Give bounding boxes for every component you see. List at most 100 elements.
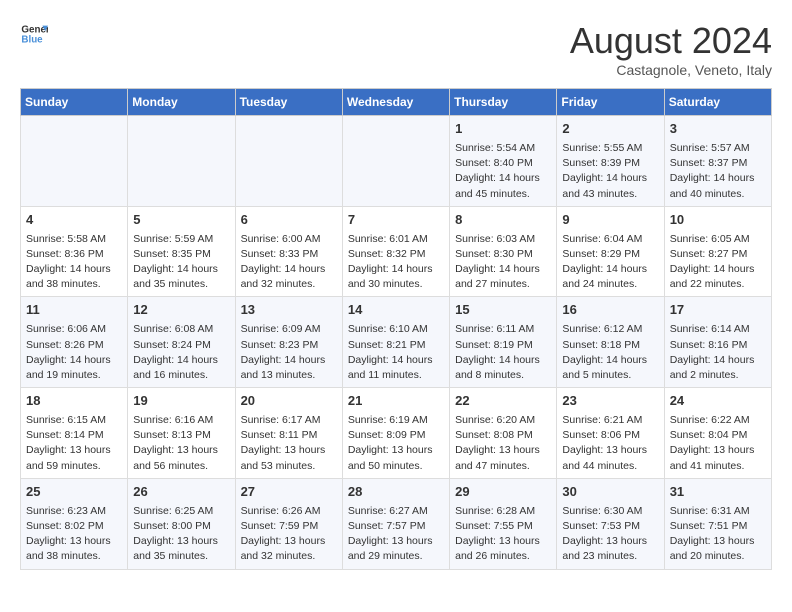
day-number: 23 xyxy=(562,392,658,411)
day-info: Sunrise: 6:30 AMSunset: 7:53 PMDaylight:… xyxy=(562,504,658,565)
calendar-cell: 6Sunrise: 6:00 AMSunset: 8:33 PMDaylight… xyxy=(235,206,342,297)
calendar-cell: 20 Sunrise: 6:17 AMSunset: 8:11 PMDayligh… xyxy=(235,388,342,479)
day-info: Sunrise: 6:12 AMSunset: 8:18 PMDaylight:… xyxy=(562,322,658,383)
calendar-cell: 13Sunrise: 6:09 AMSunset: 8:23 PMDayligh… xyxy=(235,297,342,388)
calendar-cell: 25 Sunrise: 6:23 AMSunset: 8:02 PMDayligh… xyxy=(21,478,128,569)
day-of-week-header: Tuesday xyxy=(235,89,342,116)
day-number: 19 xyxy=(133,392,229,411)
day-number: 3 xyxy=(670,120,766,139)
calendar-cell xyxy=(342,116,449,207)
day-info: Sunrise: 6:03 AMSunset: 8:30 PMDaylight:… xyxy=(455,232,551,293)
day-number: 10 xyxy=(670,211,766,230)
day-number: 18 xyxy=(26,392,122,411)
day-of-week-header: Friday xyxy=(557,89,664,116)
day-number: 5 xyxy=(133,211,229,230)
calendar-cell: 29 Sunrise: 6:28 AMSunset: 7:55 PMDayligh… xyxy=(450,478,557,569)
day-info: Sunrise: 6:21 AMSunset: 8:06 PMDaylight:… xyxy=(562,413,658,474)
calendar-cell xyxy=(235,116,342,207)
calendar-cell: 22 Sunrise: 6:20 AMSunset: 8:08 PMDayligh… xyxy=(450,388,557,479)
calendar-cell: 21 Sunrise: 6:19 AMSunset: 8:09 PMDayligh… xyxy=(342,388,449,479)
day-number: 11 xyxy=(26,301,122,320)
day-number: 20 xyxy=(241,392,337,411)
day-number: 28 xyxy=(348,483,444,502)
day-number: 4 xyxy=(26,211,122,230)
day-number: 2 xyxy=(562,120,658,139)
calendar-cell: 15 Sunrise: 6:11 AMSunset: 8:19 PMDayligh… xyxy=(450,297,557,388)
day-number: 17 xyxy=(670,301,766,320)
day-number: 9 xyxy=(562,211,658,230)
calendar-cell: 23 Sunrise: 6:21 AMSunset: 8:06 PMDayligh… xyxy=(557,388,664,479)
day-info: Sunrise: 6:04 AMSunset: 8:29 PMDaylight:… xyxy=(562,232,658,293)
day-number: 16 xyxy=(562,301,658,320)
calendar-cell: 10 Sunrise: 6:05 AMSunset: 8:27 PMDayligh… xyxy=(664,206,771,297)
day-number: 30 xyxy=(562,483,658,502)
page-header: General Blue August 2024 Castagnole, Ven… xyxy=(20,20,772,78)
day-info: Sunrise: 6:22 AMSunset: 8:04 PMDaylight:… xyxy=(670,413,766,474)
day-info: Sunrise: 6:06 AMSunset: 8:26 PMDaylight:… xyxy=(26,322,122,383)
day-info: Sunrise: 5:54 AMSunset: 8:40 PMDaylight:… xyxy=(455,141,551,202)
location: Castagnole, Veneto, Italy xyxy=(570,62,772,78)
calendar-cell: 14 Sunrise: 6:10 AMSunset: 8:21 PMDayligh… xyxy=(342,297,449,388)
calendar-cell: 31 Sunrise: 6:31 AMSunset: 7:51 PMDayligh… xyxy=(664,478,771,569)
day-info: Sunrise: 6:15 AMSunset: 8:14 PMDaylight:… xyxy=(26,413,122,474)
day-info: Sunrise: 6:31 AMSunset: 7:51 PMDaylight:… xyxy=(670,504,766,565)
day-number: 22 xyxy=(455,392,551,411)
day-number: 24 xyxy=(670,392,766,411)
day-info: Sunrise: 6:16 AMSunset: 8:13 PMDaylight:… xyxy=(133,413,229,474)
calendar-cell: 11 Sunrise: 6:06 AMSunset: 8:26 PMDayligh… xyxy=(21,297,128,388)
calendar-cell: 30 Sunrise: 6:30 AMSunset: 7:53 PMDayligh… xyxy=(557,478,664,569)
day-info: Sunrise: 6:14 AMSunset: 8:16 PMDaylight:… xyxy=(670,322,766,383)
day-info: Sunrise: 6:08 AMSunset: 8:24 PMDaylight:… xyxy=(133,322,229,383)
day-number: 25 xyxy=(26,483,122,502)
day-number: 21 xyxy=(348,392,444,411)
day-of-week-header: Monday xyxy=(128,89,235,116)
day-info: Sunrise: 6:20 AMSunset: 8:08 PMDaylight:… xyxy=(455,413,551,474)
logo: General Blue xyxy=(20,20,48,48)
day-of-week-header: Saturday xyxy=(664,89,771,116)
day-number: 26 xyxy=(133,483,229,502)
day-of-week-header: Thursday xyxy=(450,89,557,116)
day-number: 14 xyxy=(348,301,444,320)
calendar-cell: 7Sunrise: 6:01 AMSunset: 8:32 PMDaylight… xyxy=(342,206,449,297)
svg-text:Blue: Blue xyxy=(21,34,43,45)
day-info: Sunrise: 6:28 AMSunset: 7:55 PMDaylight:… xyxy=(455,504,551,565)
day-info: Sunrise: 5:55 AMSunset: 8:39 PMDaylight:… xyxy=(562,141,658,202)
calendar-cell: 5 Sunrise: 5:59 AMSunset: 8:35 PMDaylight… xyxy=(128,206,235,297)
day-info: Sunrise: 5:58 AMSunset: 8:36 PMDaylight:… xyxy=(26,232,122,293)
calendar-cell: 17 Sunrise: 6:14 AMSunset: 8:16 PMDayligh… xyxy=(664,297,771,388)
day-number: 8 xyxy=(455,211,551,230)
calendar-cell: 16 Sunrise: 6:12 AMSunset: 8:18 PMDayligh… xyxy=(557,297,664,388)
day-number: 12 xyxy=(133,301,229,320)
calendar-cell: 1Sunrise: 5:54 AMSunset: 8:40 PMDaylight… xyxy=(450,116,557,207)
calendar-cell: 26 Sunrise: 6:25 AMSunset: 8:00 PMDayligh… xyxy=(128,478,235,569)
day-of-week-header: Sunday xyxy=(21,89,128,116)
day-number: 6 xyxy=(241,211,337,230)
calendar-cell: 9 Sunrise: 6:04 AMSunset: 8:29 PMDaylight… xyxy=(557,206,664,297)
day-info: Sunrise: 6:11 AMSunset: 8:19 PMDaylight:… xyxy=(455,322,551,383)
day-info: Sunrise: 5:57 AMSunset: 8:37 PMDaylight:… xyxy=(670,141,766,202)
calendar-cell: 8 Sunrise: 6:03 AMSunset: 8:30 PMDaylight… xyxy=(450,206,557,297)
calendar-cell xyxy=(128,116,235,207)
day-of-week-header: Wednesday xyxy=(342,89,449,116)
calendar-cell: 12 Sunrise: 6:08 AMSunset: 8:24 PMDayligh… xyxy=(128,297,235,388)
logo-icon: General Blue xyxy=(20,20,48,48)
day-number: 15 xyxy=(455,301,551,320)
calendar-cell: 28Sunrise: 6:27 AMSunset: 7:57 PMDayligh… xyxy=(342,478,449,569)
calendar-cell: 18 Sunrise: 6:15 AMSunset: 8:14 PMDayligh… xyxy=(21,388,128,479)
day-number: 31 xyxy=(670,483,766,502)
day-number: 7 xyxy=(348,211,444,230)
day-number: 29 xyxy=(455,483,551,502)
day-info: Sunrise: 6:19 AMSunset: 8:09 PMDaylight:… xyxy=(348,413,444,474)
day-number: 27 xyxy=(241,483,337,502)
day-info: Sunrise: 6:25 AMSunset: 8:00 PMDaylight:… xyxy=(133,504,229,565)
calendar-cell: 27Sunrise: 6:26 AMSunset: 7:59 PMDayligh… xyxy=(235,478,342,569)
calendar-cell xyxy=(21,116,128,207)
day-info: Sunrise: 6:23 AMSunset: 8:02 PMDaylight:… xyxy=(26,504,122,565)
day-info: Sunrise: 5:59 AMSunset: 8:35 PMDaylight:… xyxy=(133,232,229,293)
day-info: Sunrise: 6:10 AMSunset: 8:21 PMDaylight:… xyxy=(348,322,444,383)
day-info: Sunrise: 6:17 AMSunset: 8:11 PMDaylight:… xyxy=(241,413,337,474)
day-number: 13 xyxy=(241,301,337,320)
day-info: Sunrise: 6:05 AMSunset: 8:27 PMDaylight:… xyxy=(670,232,766,293)
calendar-cell: 2 Sunrise: 5:55 AMSunset: 8:39 PMDaylight… xyxy=(557,116,664,207)
calendar-table: SundayMondayTuesdayWednesdayThursdayFrid… xyxy=(20,88,772,570)
